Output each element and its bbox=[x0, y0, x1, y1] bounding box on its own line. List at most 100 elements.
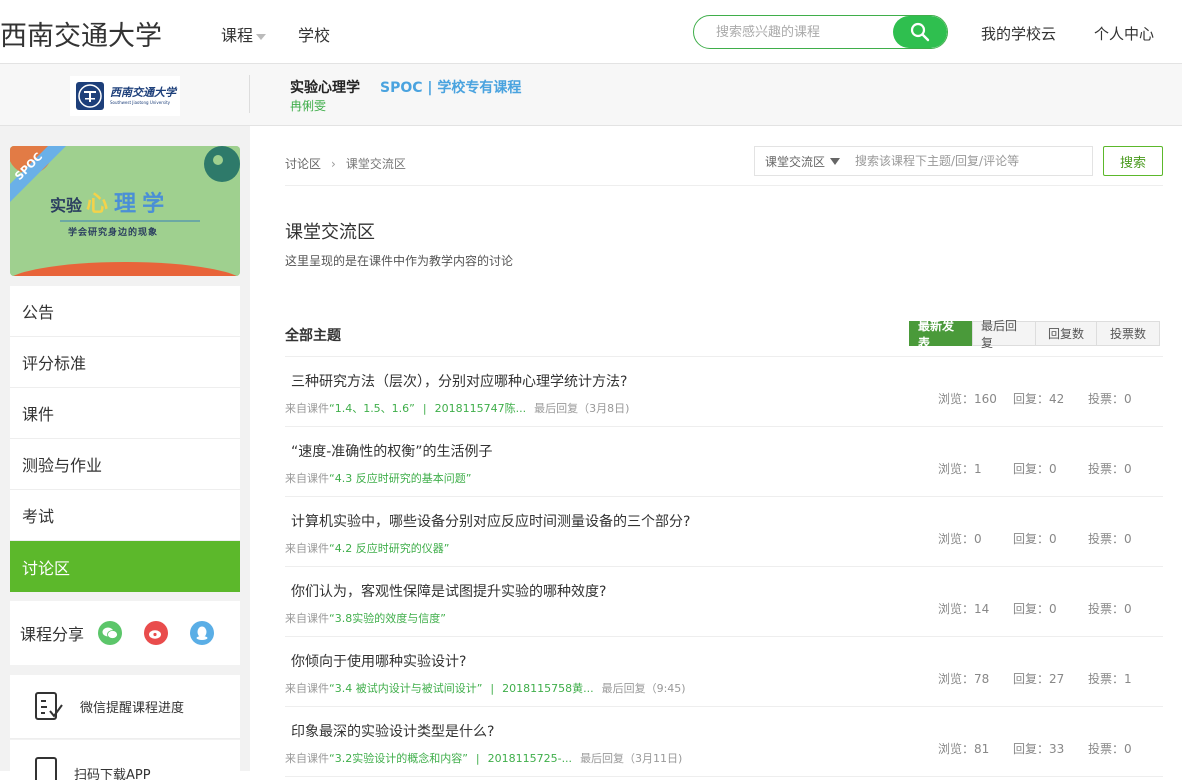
band-divider bbox=[249, 75, 250, 113]
stat-label: 回复 bbox=[1013, 672, 1038, 686]
course-search-box bbox=[693, 15, 948, 49]
course-cover-image[interactable]: SPOC 实验心理学 学会研究身边的现象 bbox=[10, 146, 240, 276]
qq-icon[interactable] bbox=[190, 621, 215, 645]
sidebar-item-grading[interactable]: 评分标准 bbox=[10, 337, 240, 388]
sidebar-item-label: 课件 bbox=[22, 405, 55, 424]
topic-row[interactable]: 三种研究方法（层次），分别对应哪种心理学统计方法? 来自课件“1.4、1.5、1… bbox=[285, 357, 1163, 427]
wechat-icon[interactable] bbox=[98, 621, 123, 645]
topic-title[interactable]: 你倾向于使用哪种实验设计? bbox=[291, 651, 466, 671]
course-info-band: 西南交通大学 Southwest Jiaotong University 实验心… bbox=[0, 64, 1182, 126]
forum-search-button[interactable]: 搜索 bbox=[1103, 146, 1163, 176]
topic-title[interactable]: 计算机实验中，哪些设备分别对应反应时间测量设备的三个部分? bbox=[291, 511, 690, 531]
sidebar-item-label: 评分标准 bbox=[22, 354, 87, 373]
topic-source-link[interactable]: “3.4 被试内设计与被试间设计” bbox=[329, 682, 482, 695]
stat-label: 浏览 bbox=[938, 602, 963, 616]
stat-label: 投票 bbox=[1088, 672, 1113, 686]
meta-separator: | bbox=[422, 402, 427, 415]
nav-courses[interactable]: 课程 bbox=[221, 22, 267, 46]
sort-tab-reply-count[interactable]: 回复数 bbox=[1035, 321, 1097, 346]
views-count: 78 bbox=[974, 672, 990, 686]
topic-last-reply: 最后回复（3月11日) bbox=[580, 752, 683, 765]
sidebar-item-exam[interactable]: 考试 bbox=[10, 490, 240, 541]
nav-school[interactable]: 学校 bbox=[298, 22, 330, 46]
cover-title-char: 心 bbox=[86, 192, 109, 217]
sort-tab-latest[interactable]: 最新发表 bbox=[909, 319, 973, 350]
topic-meta: 来自课件“1.4、1.5、1.6” | 2018115747陈... 最后回复（3月8… bbox=[285, 400, 629, 416]
course-type-tag: SPOC | 学校专有课程 bbox=[380, 80, 522, 96]
dropdown-arrow-icon bbox=[830, 157, 841, 165]
topic-source-link[interactable]: “1.4、1.5、1.6” bbox=[329, 402, 415, 415]
forum-search-input[interactable] bbox=[845, 146, 1093, 176]
topic-source-prefix: 来自课件 bbox=[285, 472, 329, 485]
topic-author[interactable]: 2018115725-... bbox=[488, 752, 572, 765]
topic-title[interactable]: 你们认为，客观性保障是试图提升实验的哪种效度? bbox=[291, 581, 606, 601]
topic-source-link[interactable]: “3.8实验的效度与信度” bbox=[329, 612, 446, 625]
votes-count: 0 bbox=[1124, 742, 1132, 756]
wechat-remind[interactable]: 微信提醒课程进度 bbox=[10, 675, 240, 739]
course-name[interactable]: 实验心理学 bbox=[290, 77, 360, 97]
teacher-name[interactable]: 冉俐雯 bbox=[290, 97, 326, 114]
meta-separator: | bbox=[475, 752, 480, 765]
stat-label: 浏览 bbox=[938, 672, 963, 686]
topic-source-prefix: 来自课件 bbox=[285, 402, 329, 415]
topic-title[interactable]: 三种研究方法（层次），分别对应哪种心理学统计方法? bbox=[291, 371, 627, 391]
sidebar-item-announcement[interactable]: 公告 bbox=[10, 286, 240, 337]
topic-row[interactable]: 你们认为，客观性保障是试图提升实验的哪种效度? 来自课件“3.8实验的效度与信度… bbox=[285, 567, 1163, 637]
topic-source-prefix: 来自课件 bbox=[285, 682, 329, 695]
stat-label: 回复 bbox=[1013, 602, 1038, 616]
topic-title[interactable]: 印象最深的实验设计类型是什么? bbox=[291, 721, 494, 741]
forum-scope-value: 课堂交流区 bbox=[765, 154, 826, 169]
topic-row[interactable]: 你倾向于使用哪种实验设计? 来自课件“3.4 被试内设计与被试间设计” | 2018… bbox=[285, 637, 1163, 707]
stat-label: 投票 bbox=[1088, 742, 1113, 756]
sidebar-item-courseware[interactable]: 课件 bbox=[10, 388, 240, 439]
topic-row[interactable]: 印象最深的实验设计类型是什么? 来自课件“3.2实验设计的概念和内容” | 2018… bbox=[285, 707, 1163, 777]
topic-row[interactable]: 计算机实验中，哪些设备分别对应反应时间测量设备的三个部分? 来自课件“4.2 反… bbox=[285, 497, 1163, 567]
topic-author[interactable]: 2018115758黄... bbox=[502, 682, 593, 695]
topic-source-prefix: 来自课件 bbox=[285, 752, 329, 765]
topic-author[interactable]: 2018115747陈... bbox=[435, 402, 526, 415]
replies-count: 42 bbox=[1049, 392, 1065, 406]
sidebar-item-forum[interactable]: 讨论区 bbox=[10, 541, 240, 592]
topic-votes: 投票：1 bbox=[1088, 672, 1132, 686]
course-share: 课程分享 bbox=[10, 601, 240, 665]
votes-count: 1 bbox=[1124, 672, 1132, 686]
topic-replies: 回复：0 bbox=[1013, 462, 1057, 476]
download-app[interactable]: 扫码下载APP bbox=[10, 740, 240, 780]
sort-tab-vote-count[interactable]: 投票数 bbox=[1096, 321, 1160, 346]
topic-replies: 回复：0 bbox=[1013, 532, 1057, 546]
sidebar-item-quiz-homework[interactable]: 测验与作业 bbox=[10, 439, 240, 490]
my-school-cloud-link[interactable]: 我的学校云 bbox=[981, 23, 1056, 44]
personal-center-link[interactable]: 个人中心 bbox=[1094, 23, 1154, 44]
course-search-button[interactable] bbox=[893, 16, 947, 48]
download-app-label: 扫码下载APP bbox=[74, 768, 151, 780]
stat-label: 投票 bbox=[1088, 462, 1113, 476]
site-brand[interactable]: 西南交通大学 bbox=[0, 14, 162, 53]
topic-source-link[interactable]: “4.3 反应时研究的基本问题” bbox=[329, 472, 471, 485]
logo-en: Southwest Jiaotong University bbox=[110, 100, 171, 105]
all-topics-heading: 全部主题 bbox=[285, 328, 341, 344]
forum-scope-select[interactable]: 课堂交流区 bbox=[754, 146, 846, 176]
course-menu: 公告 评分标准 课件 测验与作业 考试 讨论区 bbox=[10, 286, 240, 592]
sort-tabs: 最新发表 最后回复 回复数 投票数 bbox=[909, 319, 1160, 350]
topic-last-reply: 最后回复（9:45) bbox=[601, 682, 686, 695]
topic-replies: 回复：27 bbox=[1013, 672, 1065, 686]
topic-meta: 来自课件“3.8实验的效度与信度” bbox=[285, 610, 446, 626]
sort-tab-last-reply[interactable]: 最后回复 bbox=[972, 319, 1036, 350]
replies-count: 27 bbox=[1049, 672, 1065, 686]
weibo-icon[interactable] bbox=[144, 621, 169, 645]
breadcrumb-root[interactable]: 讨论区 bbox=[285, 157, 321, 171]
votes-count: 0 bbox=[1124, 392, 1132, 406]
topic-row[interactable]: “速度-准确性的权衡”的生活例子 来自课件“4.3 反应时研究的基本问题” 浏览… bbox=[285, 427, 1163, 497]
views-count: 160 bbox=[974, 392, 997, 406]
topic-votes: 投票：0 bbox=[1088, 532, 1132, 546]
views-count: 81 bbox=[974, 742, 990, 756]
topic-votes: 投票：0 bbox=[1088, 742, 1132, 756]
university-logo-text: 西南交通大学 Southwest Jiaotong University bbox=[110, 87, 176, 105]
university-logo[interactable]: 西南交通大学 Southwest Jiaotong University bbox=[70, 76, 180, 116]
topic-source-link[interactable]: “3.2实验设计的概念和内容” bbox=[329, 752, 468, 765]
topic-source-link[interactable]: “4.2 反应时研究的仪器” bbox=[329, 542, 449, 555]
wechat-remind-label: 微信提醒课程进度 bbox=[80, 701, 185, 716]
breadcrumb: 讨论区 › 课堂交流区 bbox=[285, 155, 406, 172]
topic-title[interactable]: “速度-准确性的权衡”的生活例子 bbox=[291, 441, 493, 461]
course-search-input[interactable] bbox=[694, 16, 894, 48]
